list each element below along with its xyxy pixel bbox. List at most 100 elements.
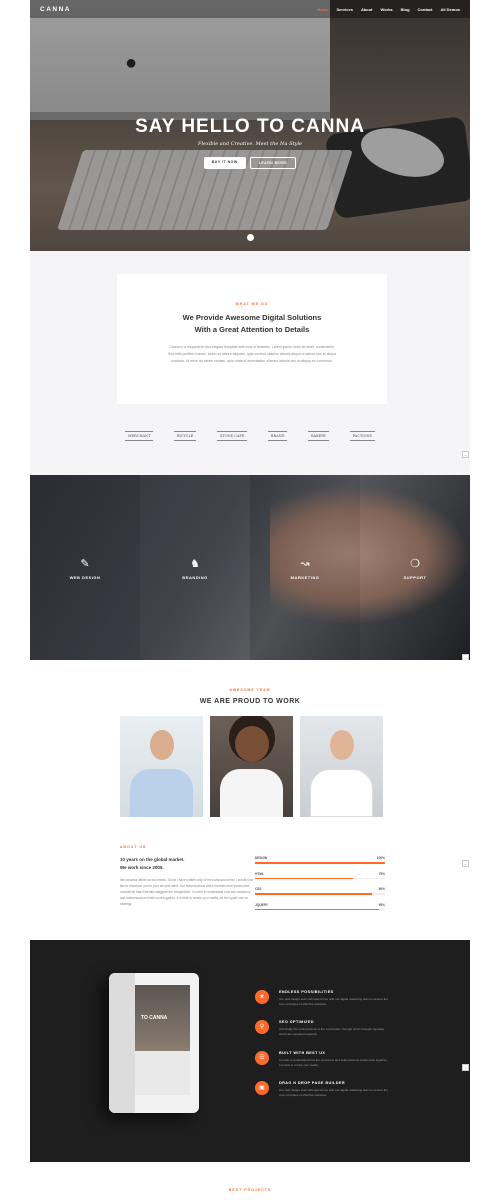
hero-subtitle: Flexible and Creative. Meet the Nu-Style [197, 141, 303, 147]
section-heading: WE ARE PROUD TO WORK [199, 698, 301, 705]
intro-card: WHAT WE DO We Provide Awesome Digital So… [117, 274, 387, 404]
skill-name: CSS [255, 887, 262, 891]
skill-fill [255, 862, 385, 864]
learn-more-button[interactable]: LEARN MORE [249, 157, 297, 169]
scroll-arrow-icon[interactable]: ⌄ [462, 451, 469, 458]
skill-value: 100% [376, 856, 385, 860]
skill-jquery: JQUERY 95% [255, 902, 385, 910]
slider-dot[interactable] [247, 234, 254, 241]
magnifier-icon: ⚲ [255, 1020, 269, 1034]
pencil-ruler-icon: ✎ [80, 558, 90, 570]
section-eyebrow: AWESOME TEAM [229, 688, 271, 692]
skill-track [255, 908, 385, 910]
service-label: SUPPORT [403, 575, 427, 580]
hero-buttons: BUY IT NOW LEARN MORE [30, 157, 470, 169]
skill-value: 75% [378, 871, 385, 876]
section-heading: We Provide Awesome Digital Solutions Wit… [117, 312, 387, 336]
line-graph-icon: ↝ [300, 558, 310, 570]
feature-title: ENDLESS POSSIBILITIES [279, 990, 334, 994]
skill-name: HTML [255, 871, 264, 876]
client-logo: FACTIONS [349, 431, 375, 441]
client-logos: MERCHANT BICYCLE STONE CAFE BRAND BAKERY… [125, 431, 375, 441]
skill-fill [255, 893, 372, 895]
feature-title: DRAG N DROP PAGE BUILDER [279, 1081, 345, 1085]
features-section: TO CANNA ★ ENDLESS POSSIBILITIES Our web… [30, 940, 470, 1162]
nav-item-services[interactable]: Services [336, 7, 352, 12]
nav-item-home[interactable]: Home [317, 7, 328, 12]
trophy-icon: ★ [255, 990, 269, 1004]
team-section: AWESOME TEAM WE ARE PROUD TO WORK [30, 660, 470, 840]
team-member-photo[interactable] [210, 716, 293, 817]
tablet-screen-text: TO CANNA [141, 1015, 168, 1021]
skill-fill [255, 908, 379, 910]
feature-desc: And finally the subconscious is the mech… [279, 1027, 385, 1036]
member-body [310, 769, 373, 817]
chess-knight-icon: ♞ [190, 558, 200, 570]
service-support[interactable]: ❍ SUPPORT [360, 557, 470, 580]
about-heading-line-1: 10 years on the global market. [120, 857, 185, 862]
nav-item-about[interactable]: About [361, 7, 373, 12]
what-we-do-section: WHAT WE DO We Provide Awesome Digital So… [30, 251, 470, 475]
feature-desc: Our web design team will spend time with… [279, 1088, 388, 1097]
team-member-photo[interactable] [300, 716, 383, 817]
buy-it-now-button[interactable]: BUY IT NOW [203, 157, 246, 169]
scroll-arrow-icon[interactable]: ⌄ [462, 860, 469, 867]
screen-icon: ▣ [255, 1081, 269, 1095]
nav-item-works[interactable]: Works [381, 7, 393, 12]
skill-track [255, 877, 385, 879]
member-head [235, 726, 269, 762]
team-member-photo[interactable] [120, 716, 203, 817]
client-logo: MERCHANT [125, 431, 154, 441]
tablet-screen: TO CANNA [135, 985, 190, 1095]
layers-icon: ☰ [255, 1051, 269, 1065]
service-branding[interactable]: ♞ BRANDING [140, 557, 250, 580]
service-label: WEB DESIGN [69, 575, 101, 580]
skill-track [255, 893, 385, 895]
nav-item-blog[interactable]: Blog [401, 7, 410, 12]
hero-title: SAY HELLO TO CANNA [135, 116, 365, 137]
client-logo: BAKERY [307, 431, 330, 441]
skill-name: DESIGN [255, 856, 268, 860]
about-heading: 10 years on the global market. We work s… [120, 856, 230, 872]
client-logo: BICYCLE [173, 431, 197, 441]
service-marketing[interactable]: ↝ MARKETING [250, 557, 360, 580]
feature-desc: Our web design team will spend time with… [279, 997, 388, 1006]
hero-section: ● CANNA Home Services About Works Blog C… [30, 0, 470, 251]
scroll-arrow-icon[interactable]: › [462, 1064, 469, 1071]
service-label: MARKETING [290, 575, 320, 580]
nav-item-contact[interactable]: Contact [418, 7, 433, 12]
skill-html: HTML 75% [255, 871, 385, 879]
skill-css: CSS 90% [255, 887, 385, 895]
member-body [220, 769, 283, 817]
best-projects-eyebrow: BEST PROJECTS [228, 1188, 272, 1192]
client-logo: BRAND [267, 431, 288, 441]
main-menu: Home Services About Works Blog Contact A… [317, 7, 460, 12]
site-logo[interactable]: CANNA [40, 6, 71, 13]
heading-line-2: With a Great Attention to Details [194, 325, 310, 334]
section-eyebrow: WHAT WE DO [235, 302, 269, 306]
skill-track [255, 862, 385, 864]
skill-value: 95% [378, 902, 385, 907]
service-label: BRANDING [182, 575, 208, 580]
skill-name: JQUERY [255, 902, 268, 907]
about-text: We possess within us two minds. So far I… [120, 878, 253, 906]
top-navbar: CANNA Home Services About Works Blog Con… [30, 0, 470, 18]
about-heading-line-2: We work since 2005. [120, 865, 164, 870]
member-body [130, 769, 193, 817]
client-logo: STONE CAFE [216, 431, 248, 441]
skill-design: DESIGN 100% [255, 856, 385, 864]
feature-desc: In order to understand how the conscious… [279, 1058, 388, 1067]
intro-text: Canna is a responsive and elegant templa… [168, 345, 336, 363]
feature-title: BUILT WITH BEST UX [279, 1051, 326, 1055]
service-web-design[interactable]: ✎ WEB DESIGN [30, 557, 140, 580]
about-section: ABOUT US 10 years on the global market. … [30, 840, 470, 940]
skill-value: 90% [378, 887, 385, 891]
nav-item-all-demos[interactable]: All Demos [440, 7, 460, 12]
lifebuoy-icon: ❍ [410, 558, 420, 570]
member-head [150, 730, 174, 760]
services-section: ✎ WEB DESIGN ♞ BRANDING ↝ MARKETING ❍ SU… [30, 475, 470, 660]
feature-title: SEO OPTIMIZED [279, 1020, 314, 1024]
section-eyebrow: ABOUT US [120, 845, 147, 849]
skill-fill [255, 877, 353, 879]
skill-bars: DESIGN 100% HTML 75% CSS 90% JQUERY 95% [255, 856, 385, 918]
